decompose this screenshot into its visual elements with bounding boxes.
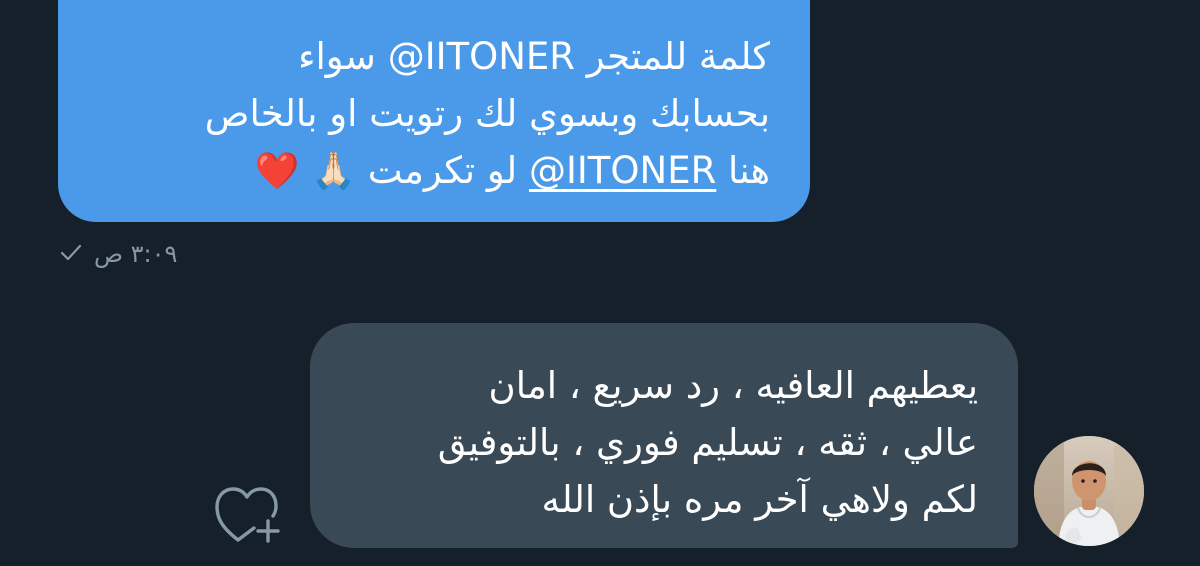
message-line: هنا @IITONER لو تكرمت 🙏🏻 ❤️ [98, 142, 770, 200]
message-timestamp: ٣:٠٩ ص [94, 240, 178, 268]
message-line: بحسابك وبسوي لك رتويت او بالخاص [98, 85, 770, 142]
mention-link[interactable]: @IITONER [529, 149, 716, 192]
message-text: هنا [716, 149, 770, 192]
message-line: لكم ولاهي آخر مره بإذن الله [541, 478, 978, 521]
message-line: عالي ، ثقه ، تسليم فوري ، بالتوفيق [437, 421, 978, 464]
heart-plus-icon [214, 487, 280, 548]
react-button[interactable] [214, 484, 280, 544]
message-meta: ٣:٠٩ ص [60, 234, 177, 274]
mention-link[interactable]: @IITONER [388, 35, 575, 78]
message-line: يعطيهم العافيه ، رد سريع ، امان [488, 364, 978, 407]
received-message-bubble[interactable]: يعطيهم العافيه ، رد سريع ، امان عالي ، ث… [310, 323, 1018, 548]
check-icon [60, 240, 82, 268]
emoji: 🙏🏻 ❤️ [254, 151, 356, 192]
message-line: كلمة للمتجر @IITONER سواء [98, 28, 770, 85]
message-text: سواء [298, 35, 388, 78]
message-text: بحسابك وبسوي لك رتويت او بالخاص [204, 92, 770, 135]
message-text: كلمة للمتجر [575, 35, 770, 78]
avatar[interactable] [1034, 436, 1144, 546]
sent-message-bubble[interactable]: كلمة للمتجر @IITONER سواء بحسابك وبسوي ل… [58, 0, 810, 222]
message-text: لو تكرمت [356, 149, 529, 192]
